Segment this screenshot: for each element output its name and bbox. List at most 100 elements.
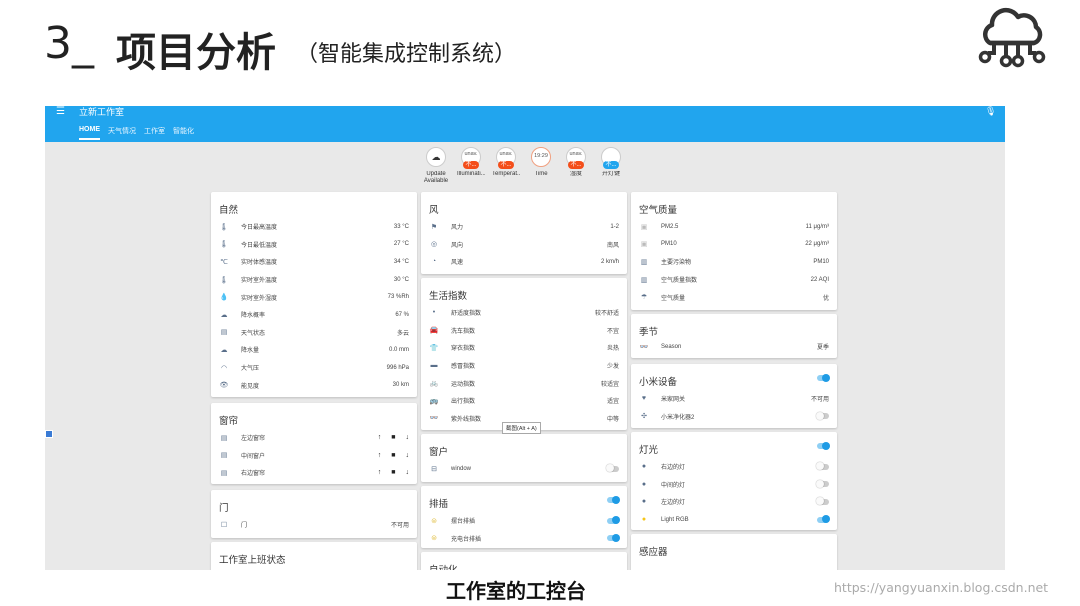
list-item[interactable]: ▥ 空气质量指数 22 AQI [631, 271, 837, 289]
bulb-icon: ● [641, 463, 647, 471]
cover-up-button[interactable]: ↑ [378, 434, 382, 441]
taskbar-icon[interactable] [45, 430, 53, 438]
card-sensor: 感应器 [631, 534, 837, 570]
rain-cloud-icon: ☁ [220, 311, 228, 319]
window-toggle[interactable] [606, 464, 619, 473]
cover-stop-button[interactable]: ■ [391, 469, 395, 476]
list-item[interactable]: ⚑ 风力 1-2 [421, 218, 627, 236]
badge-illuminance[interactable]: unav. 不... Illuminati... [457, 147, 485, 185]
list-item[interactable]: ▤ 天气状态 多云 [211, 324, 417, 342]
list-item[interactable]: 👕 穿衣指数 炎热 [421, 339, 627, 357]
bar-chart-icon: ▥ [640, 258, 648, 266]
tab-weather[interactable]: 天气情况 [108, 126, 136, 140]
home-assistant-screenshot: ☰ 立新工作室 🎙 HOME 天气情况 工作室 智能化 ☁ Update Ava… [45, 106, 1005, 570]
socket-icon: ⊜ [431, 535, 437, 543]
bike-icon: 🚲 [429, 380, 439, 388]
socket-icon: ⊜ [431, 517, 437, 525]
light-toggle[interactable] [816, 479, 829, 488]
list-item[interactable]: 🚌 出行指数 适宜 [421, 392, 627, 410]
list-item[interactable]: 💧 实时室外湿度 73 %Rh [211, 288, 417, 306]
card-title: 自动化 [421, 552, 627, 570]
list-item[interactable]: ▣ PM10 22 μg/m³ [631, 236, 837, 254]
cover-up-button[interactable]: ↑ [378, 469, 382, 476]
list-item: ● 中间的灯 [631, 476, 837, 494]
list-item: ▤ 右边窗帘 ↑ ■ ↓ [220, 469, 410, 478]
slide-caption: 工作室的工控台 [446, 579, 586, 603]
watermark: https://yangyuanxin.blog.csdn.net [834, 580, 1049, 595]
gateway-icon: ♥ [641, 395, 647, 403]
list-item[interactable]: 🚲 运动指数 较适宜 [421, 374, 627, 392]
window-icon: ⊟ [431, 465, 437, 473]
list-item[interactable]: 👓 Season 夏季 [631, 338, 837, 356]
light-group-toggle[interactable] [817, 441, 830, 450]
badge-temperature[interactable]: unav. 不... Temperat... [492, 147, 520, 185]
list-item[interactable]: ◔ 风速 2 km/h [421, 253, 627, 271]
cover-down-button[interactable]: ↓ [406, 452, 410, 459]
card-title: 小米设备 [639, 377, 678, 388]
thermometer-icon: 🌡 [219, 276, 229, 284]
card-life-index: 生活指数 • 舒适度指数 较不舒适 🚘 洗车指数 不宜 👕 穿衣指数 炎热 ▬ 感冒指数 少发 … [421, 278, 627, 430]
curtain-icon: ▤ [220, 434, 228, 442]
bus-icon: 🚌 [429, 397, 439, 405]
list-item[interactable]: ☐ 门不可用 [211, 516, 417, 534]
list-item: ⊟ window [421, 460, 627, 478]
slide-subtitle: （智能集成控制系统） [296, 42, 517, 67]
card-title: 季节 [639, 327, 659, 338]
card-title: 生活指数 [429, 291, 468, 302]
flag-icon: ⚑ [430, 223, 438, 231]
menu-icon[interactable]: ☰ [56, 106, 65, 117]
socket-toggle[interactable] [607, 533, 620, 542]
cover-stop-button[interactable]: ■ [391, 434, 395, 441]
list-item[interactable]: ☁ 降水概率 67 % [211, 306, 417, 324]
tab-smart[interactable]: 智能化 [173, 126, 194, 140]
list-item[interactable]: ☂ 空气质量优 [631, 288, 837, 306]
flu-icon: ▬ [430, 362, 438, 370]
bulb-icon: ● [641, 480, 647, 488]
light-toggle[interactable] [816, 497, 829, 506]
purifier-toggle[interactable] [816, 411, 829, 420]
cover-down-button[interactable]: ↓ [406, 469, 410, 476]
list-item[interactable]: 🌡 今日最低温度 27 °C [211, 236, 417, 254]
curtain-icon: ▤ [220, 452, 228, 460]
list-item[interactable]: ◠ 大气压 996 hPa [211, 359, 417, 377]
list-item[interactable]: ◎ 风向 南风 [421, 236, 627, 254]
air-quality-icon: ☂ [640, 294, 648, 302]
list-item[interactable]: ℃ 实时体感温度 34 °C [211, 253, 417, 271]
card-curtain: 窗帘 ▤ 左边窗帘 ↑ ■ ↓ ▤ 中间窗户 ↑ ■ ↓ ▤ 右边窗帘 ↑ ■ ↓ [211, 403, 417, 484]
badge-time[interactable]: 19:29 Time [527, 147, 555, 185]
bulb-icon: ● [641, 498, 647, 506]
list-item: ▤ 中间窗户 ↑ ■ ↓ [220, 451, 410, 460]
mic-icon[interactable]: 🎙 [985, 106, 996, 117]
badge-humidity[interactable]: unav. 不... 湿度 [562, 147, 590, 185]
bar-chart-icon: ▥ [640, 276, 648, 284]
tab-studio[interactable]: 工作室 [144, 126, 165, 140]
list-item[interactable]: ☁ 降水量 0.0 mm [211, 341, 417, 359]
cover-stop-button[interactable]: ■ [391, 452, 395, 459]
card-title: 工作室上班状态 [219, 555, 286, 566]
light-toggle[interactable] [817, 515, 830, 524]
list-item[interactable]: • 舒适度指数 较不舒适 [421, 304, 627, 322]
socket-toggle[interactable] [607, 516, 620, 525]
car-icon: 🚘 [429, 327, 439, 335]
card-xiaomi: 小米设备 ♥ 米家网关 不可用 ✣ 小米净化器2 [631, 364, 837, 428]
badge-update[interactable]: ☁ Update Available [422, 147, 450, 185]
cover-up-button[interactable]: ↑ [378, 452, 382, 459]
list-item[interactable]: 👁 能见度 30 km [211, 376, 417, 394]
badge-light-switch[interactable]: 不... 开灯键 [597, 147, 625, 185]
list-item[interactable]: ▣ PM2.5 11 μg/m³ [631, 218, 837, 236]
xiaomi-group-toggle[interactable] [817, 373, 830, 382]
cover-down-button[interactable]: ↓ [406, 434, 410, 441]
light-toggle[interactable] [816, 462, 829, 471]
list-item: ✣ 小米净化器2 [631, 408, 837, 426]
pm-icon: ▣ [640, 241, 648, 249]
card-socket: 排插 ⊜ 摆台排插 ⊜ 充电台排插 [421, 486, 627, 548]
list-item[interactable]: ♥ 米家网关 不可用 [631, 390, 837, 408]
list-item[interactable]: ▬ 感冒指数 少发 [421, 357, 627, 375]
socket-group-toggle[interactable] [607, 495, 620, 504]
list-item[interactable]: ▥ 主要污染物 PM10 [631, 253, 837, 271]
list-item[interactable]: 🌡 今日最高温度 33 °C [211, 218, 417, 236]
pm-icon: ▣ [640, 223, 648, 231]
list-item[interactable]: 🚘 洗车指数 不宜 [421, 322, 627, 340]
list-item[interactable]: 🌡 实时室外温度 30 °C [211, 271, 417, 289]
tab-home[interactable]: HOME [79, 126, 100, 140]
